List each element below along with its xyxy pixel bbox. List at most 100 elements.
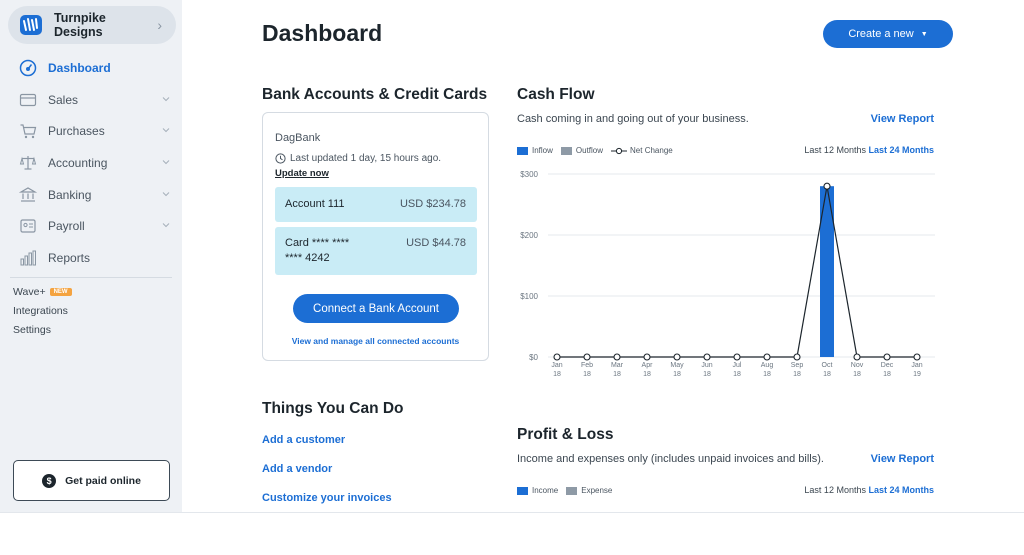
net-change-point — [793, 353, 801, 361]
net-change-point — [853, 353, 861, 361]
dollar-icon: $ — [42, 473, 57, 488]
legend-income: Income — [517, 486, 558, 495]
x-tick-label: 18 — [673, 371, 681, 378]
y-tick-label: $100 — [520, 292, 538, 301]
range-12-months[interactable]: Last 12 Months — [804, 485, 866, 495]
bank-accounts-heading: Bank Accounts & Credit Cards — [262, 86, 488, 103]
account-name: Account 111 — [285, 198, 345, 210]
net-change-point — [613, 353, 621, 361]
net-change-point — [913, 353, 921, 361]
create-new-label: Create a new — [848, 28, 914, 40]
legend-line-marker — [611, 147, 628, 154]
x-tick-label: Jan — [911, 362, 922, 369]
legend-net-change: Net Change — [611, 146, 673, 155]
account-name: Card **** **** — [285, 237, 350, 249]
net-change-point — [643, 353, 651, 361]
cash-flow-chart: $0 $100 $200 $300 Jan 18 Feb 18 Mar 18 Apr 18 May 18 J… — [520, 170, 935, 378]
range-12-months[interactable]: Last 12 Months — [804, 145, 866, 155]
x-tick-label: 18 — [703, 371, 711, 378]
cash-flow-heading: Cash Flow — [517, 86, 595, 103]
sidebar-divider — [10, 277, 172, 278]
x-tick-label: 18 — [733, 371, 741, 378]
business-switcher[interactable]: Turnpike Designs › — [8, 6, 176, 44]
sidebar-item-label: Banking — [48, 187, 92, 202]
sidebar-item-label: Reports — [48, 250, 91, 265]
add-customer-link[interactable]: Add a customer — [262, 434, 345, 446]
account-row[interactable]: Account 111 USD $234.78 — [275, 187, 477, 222]
x-tick-label: 18 — [853, 371, 861, 378]
x-tick-label: Nov — [851, 362, 864, 369]
x-tick-label: 18 — [643, 371, 651, 378]
range-24-months[interactable]: Last 24 Months — [868, 145, 934, 155]
get-paid-online-button[interactable]: $ Get paid online — [13, 460, 170, 501]
net-change-point — [883, 353, 891, 361]
x-tick-label: Jul — [733, 362, 742, 369]
x-tick-label: 18 — [883, 371, 891, 378]
x-tick-label: 18 — [763, 371, 771, 378]
last-updated-text: Last updated 1 day, 15 hours ago. — [290, 153, 442, 164]
cash-flow-view-report-link[interactable]: View Report — [871, 113, 934, 125]
sidebar-item-sales[interactable]: Sales — [0, 84, 182, 116]
account-row[interactable]: Card **** **** **** 4242 USD $44.78 — [275, 227, 477, 275]
profit-loss-view-report-link[interactable]: View Report — [871, 453, 934, 465]
x-tick-label: Jun — [701, 362, 712, 369]
profit-loss-range: Last 12 Months Last 24 Months — [804, 485, 934, 495]
net-change-point — [553, 353, 561, 361]
net-change-point — [823, 182, 831, 190]
x-tick-label: May — [670, 362, 684, 369]
y-tick-label: $0 — [529, 353, 538, 362]
new-badge: NEW — [49, 288, 72, 297]
net-change-line — [557, 186, 917, 358]
view-manage-accounts-link[interactable]: View and manage all connected accounts — [263, 336, 488, 346]
profit-loss-description: Income and expenses only (includes unpai… — [517, 453, 824, 465]
sidebar: Turnpike Designs › Dashboard Sales Purch… — [0, 0, 182, 512]
sidebar-item-reports[interactable]: Reports — [0, 242, 182, 274]
sidebar-item-integrations[interactable]: Integrations — [13, 305, 68, 317]
create-new-button[interactable]: Create a new ▼ — [823, 20, 953, 48]
chevron-down-icon — [162, 191, 170, 196]
payroll-icon — [19, 217, 37, 235]
chevron-down-icon — [162, 223, 170, 228]
bar-chart-icon — [19, 249, 37, 267]
update-now-link[interactable]: Update now — [275, 168, 329, 179]
legend-inflow: Inflow — [517, 146, 553, 155]
sidebar-item-wave-plus[interactable]: Wave+ NEW — [13, 286, 72, 298]
sidebar-item-banking[interactable]: Banking — [0, 179, 182, 211]
legend-outflow: Outflow — [560, 146, 603, 155]
sidebar-item-accounting[interactable]: Accounting — [0, 147, 182, 179]
sales-icon — [19, 91, 37, 109]
wave-logo-icon — [20, 15, 42, 35]
legend-label: Income — [532, 486, 559, 495]
account-name-continued: **** 4242 — [285, 252, 330, 264]
bank-card: DagBank Last updated 1 day, 15 hours ago… — [262, 112, 489, 361]
x-tick-label: 18 — [823, 371, 831, 378]
x-tick-label: 18 — [553, 371, 561, 378]
x-tick-label: Jan — [551, 362, 562, 369]
cash-flow-range: Last 12 Months Last 24 Months — [804, 145, 934, 155]
x-tick-label: 19 — [913, 371, 921, 378]
range-24-months[interactable]: Last 24 Months — [868, 485, 934, 495]
sidebar-item-label: Sales — [48, 92, 79, 107]
net-change-point — [703, 353, 711, 361]
x-tick-label: 18 — [793, 371, 801, 378]
x-tick-label: Feb — [581, 362, 593, 369]
legend-swatch — [560, 146, 572, 155]
sidebar-item-label: Dashboard — [48, 60, 111, 75]
add-vendor-link[interactable]: Add a vendor — [262, 463, 332, 475]
sidebar-item-dashboard[interactable]: Dashboard — [0, 52, 182, 84]
net-change-point — [583, 353, 591, 361]
profit-loss-legend: Income Expense — [517, 486, 620, 495]
customize-invoices-link[interactable]: Customize your invoices — [262, 492, 392, 504]
sidebar-item-payroll[interactable]: Payroll — [0, 210, 182, 242]
bank-name: DagBank — [275, 132, 321, 144]
cash-flow-description: Cash coming in and going out of your bus… — [517, 113, 749, 125]
x-tick-label: 18 — [583, 371, 591, 378]
chevron-down-icon — [162, 96, 170, 101]
x-tick-label: 18 — [613, 371, 621, 378]
sidebar-item-purchases[interactable]: Purchases — [0, 115, 182, 147]
connect-bank-account-button[interactable]: Connect a Bank Account — [293, 294, 459, 323]
sidebar-item-settings[interactable]: Settings — [13, 324, 51, 336]
x-tick-label: Sep — [791, 362, 804, 369]
clock-icon — [275, 153, 286, 164]
chevron-down-icon — [162, 160, 170, 165]
